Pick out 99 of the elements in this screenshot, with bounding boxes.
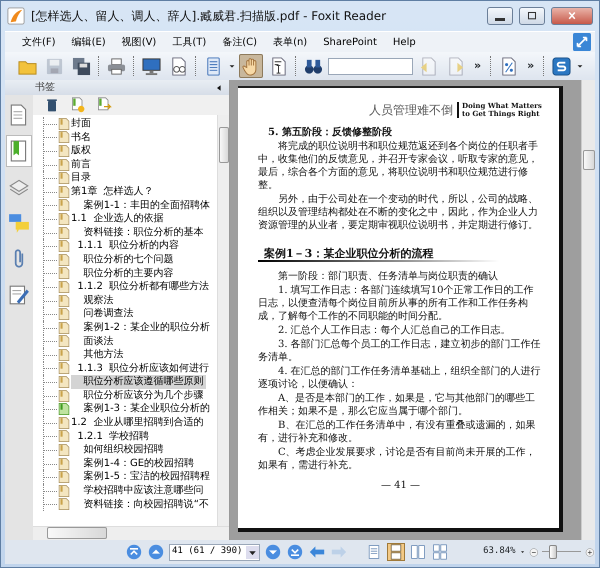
zoom-slider[interactable] <box>542 545 582 559</box>
bookmark-item[interactable]: 封面 <box>71 117 93 131</box>
paragraph: 3. 各部门汇总每个员工的工作日志，建立初步的部门工作任务清单。 <box>258 338 542 364</box>
previous-page-button[interactable] <box>147 543 165 561</box>
menu-item[interactable]: 文件(F) <box>15 34 63 50</box>
first-page-icon <box>126 544 142 560</box>
bookmark-item[interactable]: 观察法 <box>71 294 116 308</box>
bookmark-item[interactable]: 资料链接：职位分析的基本 <box>71 226 206 240</box>
bookmark-item[interactable]: 案例1-5：宝洁的校园招聘程 <box>71 470 212 484</box>
find-previous-icon <box>418 56 438 76</box>
next-page-icon <box>265 544 281 560</box>
bookmark-item[interactable]: 1.1.3 职位分析应该如何进行 <box>71 362 212 376</box>
menu-item[interactable]: 编辑(E) <box>64 34 113 50</box>
bookmark-item[interactable]: 1.1 企业选人的依据 <box>71 212 166 226</box>
bookmark-item[interactable]: 目录 <box>71 171 93 185</box>
page-header-title: 人员管理难不倒 <box>369 104 453 116</box>
continuous-facing-button[interactable] <box>431 543 450 561</box>
monitor-icon <box>142 56 160 76</box>
bookmark-item[interactable]: 职位分析应该遵循哪些原则 <box>71 375 206 389</box>
paragraph: 4. 在汇总的部门工作任务清单基础上，组织全部门的人进行逐项讨论，以便确认： <box>258 365 542 391</box>
bookmark-item[interactable]: 案例1-4：GE的校园招聘 <box>71 456 196 470</box>
window-title: [怎样选人、留人、调人、辞人].臧威君.扫描版.pdf - Foxit Reader <box>31 8 388 25</box>
signature-icon <box>8 284 30 306</box>
bookmark-item[interactable]: 1.1.1 职位分析的内容 <box>71 239 182 253</box>
minimize-button[interactable] <box>487 7 513 25</box>
app-logo-icon <box>552 56 571 76</box>
menu-item[interactable]: Help <box>386 34 423 50</box>
bookmark-item[interactable]: 职位分析应该分为几个步骤 <box>71 388 206 402</box>
paragraph: C、考虑企业发展要求，讨论是否有目前尚未开展的工作，如果有，需进行补充。 <box>258 446 537 472</box>
dropdown-icon[interactable] <box>246 544 259 560</box>
overflow-chevron[interactable]: » <box>474 58 482 74</box>
forward-arrow-icon <box>331 544 347 560</box>
menu-item[interactable]: 表单(n) <box>266 34 314 50</box>
save-icon <box>44 56 64 76</box>
last-page-icon <box>287 544 303 560</box>
bookmark-add-icon <box>70 97 86 113</box>
paragraph: 将完成的职位说明书和职位规范返还到各个岗位的任职者手中，收集他们的反馈意见，并召开专家会议，听取专家的意见，最后，综合各个方面的意见，将职位说明书和职位规范进行修整。 <box>258 140 539 192</box>
first-page-button[interactable] <box>125 543 143 561</box>
back-arrow-icon <box>309 544 325 560</box>
bookmark-item[interactable]: 1.2.1 学校招聘 <box>71 430 152 444</box>
minimize-icon <box>495 18 505 21</box>
bookmark-item[interactable]: 前言 <box>71 158 93 172</box>
search-field[interactable] <box>328 58 413 74</box>
bookmark-item[interactable]: 第1章 怎样选人？ <box>71 184 156 199</box>
bookmark-add-button[interactable] <box>69 96 87 114</box>
panel-title: 书签 <box>35 80 55 95</box>
paragraph: 1. 填写工作日志：各部门连续填写10个正常工作日的工作日志，以便查清每个岗位目前所从事的所有工作和工作任务构成，了解每个工作的不同职能的时间分配。 <box>258 284 534 323</box>
bookmark-child-icon <box>96 97 112 113</box>
paragraph: 第一阶段：部门职责、任务清单与岗位职责的确认 <box>277 270 499 283</box>
bookmark-item[interactable]: 版权 <box>71 144 93 158</box>
bookmark-item[interactable]: 如何组织校园招聘 <box>71 443 166 457</box>
bookmark-item[interactable]: 职位分析的主要内容 <box>71 266 176 280</box>
bookmark-item[interactable]: 1.2 企业从哪里招聘到合适的 <box>71 416 206 430</box>
trash-icon <box>44 97 60 113</box>
bookmark-item[interactable]: 面谈法 <box>71 334 116 348</box>
paragraph: 另外，由于公司处在一个变动的时代，所以，公司的战略、组织以及管理结构都处在不断的变化之中，因此，作为企业人力资源管理的从业者，要定期审视职位说明书，并定期进行修订。 <box>258 193 539 232</box>
bookmark-item[interactable]: 其他方法 <box>71 348 126 362</box>
close-button[interactable] <box>551 7 593 25</box>
bookmark-item[interactable]: 学校招聘中应该注意哪些问 <box>71 484 206 498</box>
bookmark-item[interactable]: 职位分析的七个问题 <box>71 252 176 267</box>
collapse-icon[interactable] <box>215 84 223 92</box>
bookmark-item[interactable]: 案例1-1：丰田的全面招聘体 <box>71 198 212 212</box>
overflow-chevron[interactable]: » <box>527 58 534 74</box>
continuous-facing-icon <box>432 544 448 560</box>
menu-item[interactable]: 工具(T) <box>165 34 214 50</box>
caret-icon[interactable] <box>520 548 525 556</box>
facing-pages-button[interactable] <box>409 543 428 561</box>
section-heading: 5. 第五阶段：反馈修整阶段 <box>268 126 393 139</box>
bookmark-item[interactable]: 问卷调查法 <box>71 307 136 321</box>
case-heading: 案例1－3：某企业职位分析的流程 <box>258 247 500 262</box>
bookmark-tab[interactable] <box>6 135 32 167</box>
paragraph: B、在汇总的工作任务清单中，有没有重叠或遗漏的，如果有，进行补充和修改。 <box>258 419 536 445</box>
fullscreen-icon[interactable] <box>573 33 591 51</box>
bookmark-item[interactable]: 书名 <box>71 130 93 144</box>
continuous-page-button[interactable] <box>387 543 406 561</box>
facing-pages-icon <box>410 544 426 560</box>
zoom-value[interactable]: 63.84% <box>483 545 516 559</box>
menu-item[interactable]: SharePoint <box>316 34 384 50</box>
menu-item[interactable]: 视图(V) <box>114 34 164 50</box>
app-logo-icon <box>7 7 25 25</box>
menu-item[interactable]: 备注(C) <box>215 34 264 50</box>
paragraph: A、是否是本部门的工作，如果是，它与其他部门的哪些工作相关；如果不是，那么它应当属于哪个部门。 <box>258 392 536 418</box>
paragraph: 2. 汇总个人工作日志：每个人汇总自己的工作日志。 <box>277 324 512 337</box>
last-page-button[interactable] <box>286 543 304 561</box>
bookmark-item[interactable]: 案例1-3：某企业职位分析的 <box>71 402 212 416</box>
bookmark-item[interactable]: 资料链接：向校园招聘说“不 <box>71 498 211 512</box>
page-number: — 41 — <box>380 479 420 492</box>
comments-icon <box>8 212 30 234</box>
bookmark-item[interactable]: 案例1-2：某企业的职位分析 <box>71 320 212 334</box>
disk-stack-icon <box>72 56 90 76</box>
slider-thumb[interactable] <box>549 545 558 559</box>
next-page-button[interactable] <box>264 543 282 561</box>
page-number-field[interactable]: 41 (61 / 390) <box>169 544 260 560</box>
caret-icon[interactable] <box>228 62 236 70</box>
print-icon <box>106 56 126 76</box>
previous-page-icon <box>148 544 164 560</box>
bookmark-item[interactable]: 1.1.2 职位分析都有哪些方法 <box>71 280 212 294</box>
maximize-button[interactable] <box>519 7 545 25</box>
caret-icon[interactable] <box>576 62 584 70</box>
